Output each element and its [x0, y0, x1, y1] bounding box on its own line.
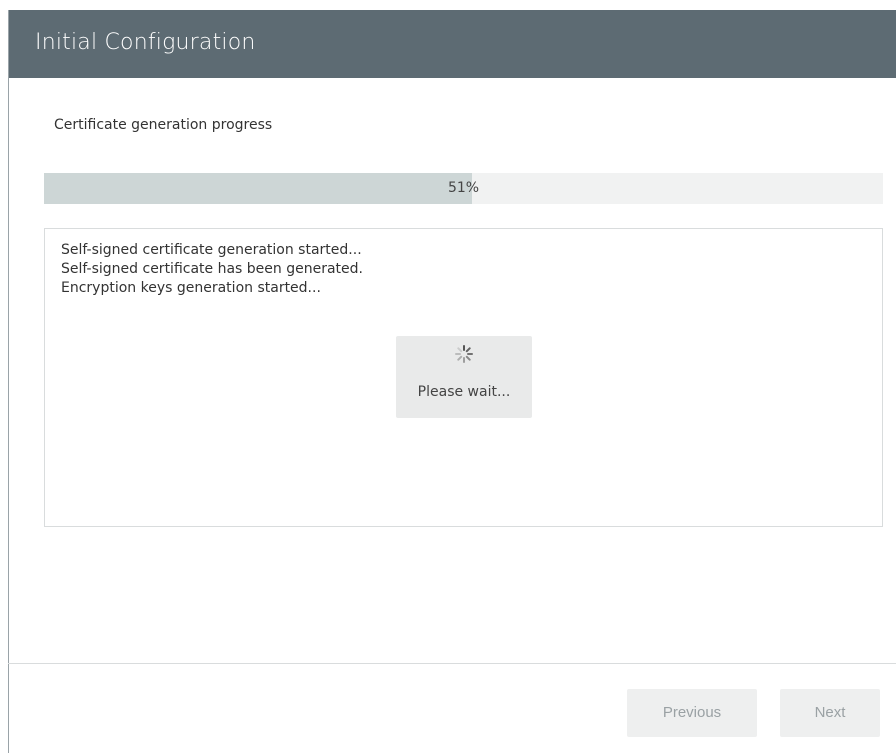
next-button[interactable]: Next [780, 689, 880, 737]
log-line: Self-signed certificate has been generat… [61, 261, 363, 277]
progress-bar: 51% [44, 173, 883, 204]
previous-button[interactable]: Previous [627, 689, 757, 737]
log-panel: Self-signed certificate generation start… [44, 228, 883, 527]
log-line: Encryption keys generation started... [61, 280, 321, 296]
dialog-title: Initial Configuration [35, 30, 256, 55]
log-line: Self-signed certificate generation start… [61, 242, 362, 258]
please-wait-indicator: Please wait... [396, 336, 532, 418]
progress-percent: 51% [447, 180, 480, 196]
title-bar: Initial Configuration [9, 10, 896, 78]
log-lines: Self-signed certificate generation start… [61, 241, 363, 298]
progress-label: Certificate generation progress [54, 117, 273, 133]
footer-divider [8, 663, 896, 664]
please-wait-text: Please wait... [417, 384, 511, 400]
spinner-icon [454, 344, 474, 364]
